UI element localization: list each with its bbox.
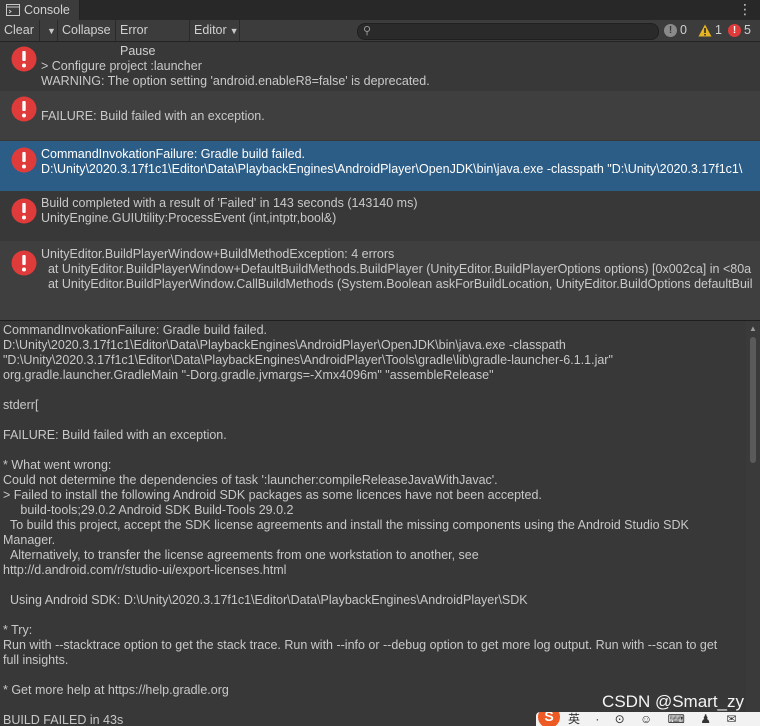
- error-count-toggle[interactable]: ! 5: [728, 20, 751, 41]
- log-entry-line: Build completed with a result of 'Failed…: [41, 196, 418, 210]
- tab-console[interactable]: Console: [0, 0, 80, 20]
- log-list[interactable]: > Configure project :launcher WARNING: T…: [0, 42, 760, 320]
- editor-label: Editor: [194, 23, 227, 37]
- log-detail-pane[interactable]: CommandInvokationFailure: Gradle build f…: [0, 321, 760, 726]
- search-icon: ⚲: [363, 25, 372, 37]
- ime-toolbar-items[interactable]: 英 · ⊙ ☺ ⌨ ♟ ✉ 👕 ⊞: [568, 712, 760, 726]
- error-pause-button[interactable]: Error Pause: [116, 20, 190, 58]
- console-icon: [6, 4, 20, 16]
- watermark: CSDN @Smart_zy: [602, 692, 744, 711]
- window-tab-bar: Console ⋮: [0, 0, 760, 21]
- warning-icon: [698, 24, 712, 37]
- info-icon: !: [664, 24, 677, 37]
- collapse-label: Collapse: [62, 23, 111, 37]
- warning-count: 1: [715, 23, 722, 37]
- detail-scrollbar[interactable]: ▲ ▼: [746, 321, 760, 726]
- log-entry-line: FAILURE: Build failed with an exception.: [41, 109, 265, 123]
- chevron-down-icon: ▼: [229, 26, 239, 36]
- search-input[interactable]: ⚲: [357, 23, 659, 40]
- log-detail-text[interactable]: CommandInvokationFailure: Gradle build f…: [3, 323, 741, 726]
- log-entry-line: UnityEngine.GUIUtility:ProcessEvent (int…: [41, 211, 337, 225]
- log-entry-line: CommandInvokationFailure: Gradle build f…: [41, 147, 306, 161]
- clear-label: Clear: [4, 23, 34, 37]
- info-count-toggle[interactable]: ! 0: [664, 20, 687, 41]
- editor-dropdown[interactable]: Editor ▼: [190, 20, 240, 41]
- log-entry[interactable]: FAILURE: Build failed with an exception.: [0, 91, 760, 140]
- clear-button[interactable]: Clear: [0, 20, 40, 41]
- log-entry-line: > Configure project :launcher: [41, 59, 202, 73]
- more-options-icon[interactable]: ⋮: [738, 2, 752, 16]
- chevron-down-icon: ▼: [47, 26, 56, 36]
- scroll-up-icon[interactable]: ▲: [749, 324, 757, 333]
- log-entry-line: UnityEditor.BuildPlayerWindow+BuildMetho…: [41, 247, 395, 261]
- ime-logo-icon[interactable]: S: [538, 712, 560, 726]
- clear-options-dropdown[interactable]: ▼: [40, 20, 58, 41]
- scrollbar-thumb[interactable]: [750, 337, 756, 463]
- tab-title: Console: [24, 3, 70, 17]
- log-entry[interactable]: Build completed with a result of 'Failed…: [0, 191, 760, 241]
- log-entry[interactable]: > Configure project :launcher WARNING: T…: [0, 42, 760, 91]
- log-entry[interactable]: UnityEditor.BuildPlayerWindow+BuildMetho…: [0, 241, 760, 320]
- log-entry-line: at UnityEditor.BuildPlayerWindow.CallBui…: [41, 277, 753, 291]
- error-count: 5: [744, 23, 751, 37]
- error-icon: [11, 96, 37, 122]
- console-toolbar: Clear ▼ Collapse Error Pause Editor ▼ ⚲ !…: [0, 20, 760, 58]
- error-icon: [11, 46, 37, 72]
- error-icon: !: [728, 24, 741, 37]
- error-icon: [11, 198, 37, 224]
- log-entry-selected[interactable]: CommandInvokationFailure: Gradle build f…: [0, 141, 760, 191]
- error-icon: [11, 147, 37, 173]
- log-entry-line: D:\Unity\2020.3.17f1c1\Editor\Data\Playb…: [41, 162, 743, 176]
- error-icon: [11, 250, 37, 276]
- ime-toolbar[interactable]: S 英 · ⊙ ☺ ⌨ ♟ ✉ 👕 ⊞: [536, 712, 760, 726]
- collapse-button[interactable]: Collapse: [58, 20, 116, 41]
- log-entry-line: WARNING: The option setting 'android.ena…: [41, 74, 430, 88]
- warning-count-toggle[interactable]: 1: [698, 20, 722, 41]
- log-entry-line: at UnityEditor.BuildPlayerWindow+Default…: [41, 262, 752, 276]
- info-count: 0: [680, 23, 687, 37]
